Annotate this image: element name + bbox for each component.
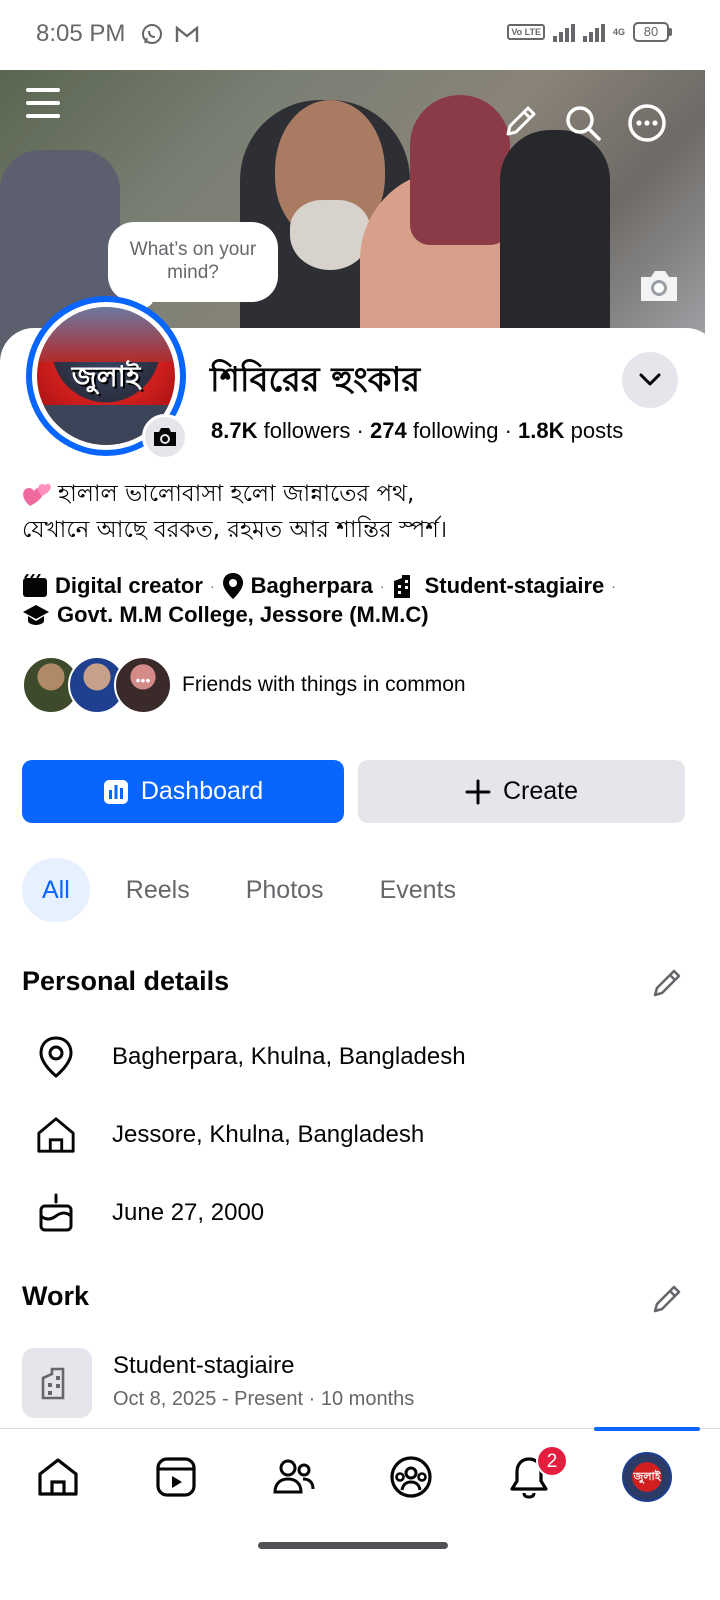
- graduation-cap-icon: [23, 605, 49, 625]
- profile-dropdown-button[interactable]: [622, 352, 678, 408]
- status-bar: 8:05 PM Vo LTE 4G 80: [0, 0, 720, 70]
- two-hearts-icon: [23, 483, 51, 506]
- location-pin-icon: [36, 1035, 76, 1079]
- nav-profile-avatar: জুলাই: [622, 1452, 672, 1502]
- video-icon: [156, 1457, 196, 1497]
- home-icon: [38, 1458, 78, 1496]
- volte-indicator: Vo LTE: [507, 24, 545, 40]
- active-tab-indicator: [594, 1427, 700, 1431]
- personal-details-title: Personal details: [22, 966, 230, 996]
- detail-from: Jessore, Khulna, Bangladesh: [36, 1113, 424, 1157]
- intro-location: Bagherpara: [250, 573, 373, 598]
- avatar-camera-icon[interactable]: [142, 414, 188, 460]
- work-building-icon: [22, 1348, 92, 1418]
- profile-tabs: All Reels Photos Events: [22, 858, 492, 922]
- intro-education: Govt. M.M College, Jessore (M.M.C): [57, 602, 429, 627]
- home-gesture-bar[interactable]: [258, 1542, 448, 1549]
- birthday-text: June 27, 2000: [112, 1199, 265, 1226]
- workplace-building-icon: [393, 575, 410, 598]
- nav-profile[interactable]: জুলাই: [612, 1449, 682, 1505]
- signal-icon-2: [582, 22, 605, 42]
- whatsapp-icon: [142, 24, 162, 44]
- detail-birthday: June 27, 2000: [36, 1191, 264, 1235]
- profile-bio: হালাল ভালোবাসা হলো জান্নাতের পথ, যেখানে …: [22, 476, 447, 548]
- nav-avatar-text: জুলাই: [633, 1469, 661, 1483]
- work-title: Work: [22, 1281, 90, 1311]
- tab-all[interactable]: All: [22, 858, 90, 922]
- following-label[interactable]: following: [413, 418, 499, 443]
- friends-icon: [273, 1459, 315, 1494]
- search-icon[interactable]: [562, 102, 604, 144]
- edit-work-pencil-icon[interactable]: [650, 1282, 686, 1318]
- create-button[interactable]: Create: [358, 760, 685, 823]
- work-period: Oct 8, 2025 - Present · 10 months: [113, 1388, 415, 1410]
- posts-count: 1.8K: [518, 418, 565, 443]
- nav-video[interactable]: [141, 1449, 211, 1505]
- lives-in-text: Bagherpara, Khulna, Bangladesh: [112, 1043, 466, 1070]
- edit-personal-details-pencil-icon[interactable]: [650, 966, 686, 1002]
- nav-groups[interactable]: [376, 1449, 446, 1505]
- profile-intro-line-1: Digital creator · Bagherpara · Student-s…: [22, 572, 623, 600]
- chevron-down-icon: [639, 373, 661, 386]
- dashboard-chart-icon: [103, 779, 128, 804]
- battery-level: 80: [633, 22, 669, 42]
- birthday-cake-icon: [36, 1191, 76, 1235]
- dashboard-label: Dashboard: [140, 777, 264, 805]
- work-position[interactable]: Student-stagiaire: [113, 1352, 294, 1380]
- cover-camera-icon[interactable]: [636, 266, 682, 306]
- intro-category: Digital creator: [55, 573, 203, 598]
- menu-icon[interactable]: [24, 86, 62, 120]
- battery-icon: 80: [633, 22, 672, 42]
- nav-friends[interactable]: [259, 1449, 329, 1505]
- edit-profile-pencil-icon[interactable]: [500, 102, 540, 142]
- avatar-text: জুলাই: [71, 360, 141, 393]
- home-icon: [36, 1113, 76, 1157]
- signal-icon: [552, 22, 575, 42]
- tab-reels[interactable]: Reels: [106, 858, 210, 922]
- location-pin-icon: [222, 573, 243, 599]
- more-options-icon[interactable]: [626, 102, 668, 144]
- friend-avatar[interactable]: [114, 656, 172, 714]
- clapperboard-icon: [23, 574, 47, 597]
- whats-on-your-mind-bubble[interactable]: What’s on your mind?: [108, 222, 278, 302]
- from-text: Jessore, Khulna, Bangladesh: [112, 1121, 425, 1148]
- status-time: 8:05 PM: [36, 20, 126, 47]
- plus-icon: [465, 779, 491, 804]
- notification-badge: 2: [536, 1445, 568, 1477]
- detail-lives-in: Bagherpara, Khulna, Bangladesh: [36, 1035, 466, 1079]
- create-label: Create: [502, 777, 579, 805]
- network-type: 4G: [612, 26, 625, 37]
- profile-intro-line-2: Govt. M.M College, Jessore (M.M.C): [22, 602, 429, 628]
- bio-line-2: যেখানে আছে বরকত, রহমত আর শান্তির স্পর্শ।: [22, 517, 448, 543]
- following-count[interactable]: 274: [370, 418, 407, 443]
- nav-home[interactable]: [23, 1449, 93, 1505]
- intro-work: Student-stagiaire: [424, 573, 605, 598]
- mutual-friends-row[interactable]: Friends with things in common: [22, 656, 466, 714]
- bottom-navigation: 2 জুলাই: [0, 1427, 720, 1600]
- status-system-icons: Vo LTE 4G 80: [507, 22, 672, 42]
- followers-count[interactable]: 8.7K: [211, 418, 257, 443]
- status-notification-icons: [140, 22, 200, 46]
- gmail-icon: [175, 25, 199, 42]
- dashboard-button[interactable]: Dashboard: [22, 760, 344, 823]
- bio-line-1: হালাল ভালোবাসা হলো জান্নাতের পথ,: [58, 481, 415, 507]
- friends-in-common-text[interactable]: Friends with things in common: [182, 673, 466, 697]
- tab-events[interactable]: Events: [360, 858, 476, 922]
- profile-stats: 8.7K followers · 274 following · 1.8K po…: [211, 418, 624, 443]
- posts-label: posts: [570, 418, 624, 443]
- tab-photos[interactable]: Photos: [226, 858, 344, 922]
- followers-label[interactable]: followers: [264, 418, 351, 443]
- profile-name: শিবিরের হুংকার: [210, 360, 421, 400]
- groups-icon: [390, 1456, 432, 1498]
